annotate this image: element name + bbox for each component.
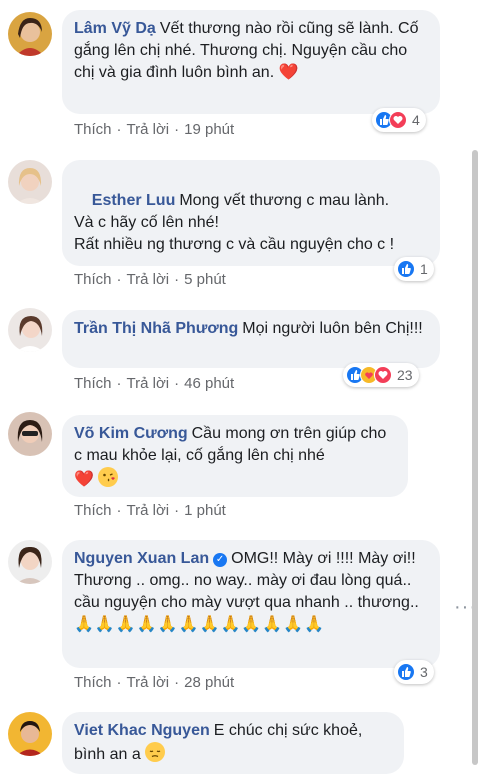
timestamp[interactable]: 46 phút	[184, 375, 234, 392]
comment-author[interactable]: Nguyen Xuan Lan	[74, 550, 209, 567]
like-icon	[397, 663, 415, 681]
heart-emoji-icon: ❤️	[74, 471, 94, 488]
reply-link[interactable]: Trả lời	[127, 375, 170, 392]
like-link[interactable]: Thích	[74, 375, 112, 392]
comment-bubble: Trần Thị Nhã Phương Mọi người luôn bên Ch…	[62, 310, 440, 368]
comment-author[interactable]: Lâm Vỹ Dạ	[74, 20, 156, 37]
avatar[interactable]	[8, 160, 52, 204]
avatar[interactable]	[8, 308, 52, 352]
timestamp[interactable]: 19 phút	[184, 121, 234, 138]
comment-author[interactable]: Võ Kim Cương	[74, 425, 188, 442]
reply-link[interactable]: Trả lời	[127, 502, 170, 519]
reaction-summary[interactable]: 4	[372, 108, 426, 132]
reply-link[interactable]: Trả lời	[127, 121, 170, 138]
reaction-count: 1	[420, 261, 428, 277]
reaction-summary[interactable]: 3	[394, 660, 434, 684]
like-link[interactable]: Thích	[74, 502, 112, 519]
kissing-face-icon	[98, 467, 119, 487]
reaction-count: 23	[397, 367, 413, 383]
comment-author[interactable]: Trần Thị Nhã Phương	[74, 320, 238, 337]
like-link[interactable]: Thích	[74, 674, 112, 691]
comment-actions: Thích · Trả lời · 19 phút	[74, 121, 235, 138]
comment-text: Mọi người luôn bên Chị!!!	[242, 320, 423, 337]
reaction-count: 3	[420, 664, 428, 680]
comment-actions: Thích · Trả lời · 46 phút	[74, 375, 235, 392]
comment-bubble: Esther Luu Mong vết thương c mau lành. Và…	[62, 160, 440, 266]
like-link[interactable]: Thích	[74, 121, 112, 138]
comment-bubble: Viet Khac Nguyen E chúc chị sức khoẻ, bìn…	[62, 712, 404, 774]
avatar[interactable]	[8, 412, 52, 456]
avatar[interactable]	[8, 540, 52, 584]
praying-hands-icon: 🙏🙏🙏🙏🙏🙏🙏🙏🙏🙏🙏🙏	[74, 616, 326, 633]
comment-actions: Thích · Trả lời · 5 phút	[74, 271, 226, 288]
heart-emoji-icon: ❤️	[278, 64, 299, 81]
comment-bubble: Võ Kim Cương Cầu mong ơn trên giúp cho c …	[62, 415, 408, 497]
like-icon	[397, 260, 415, 278]
comment-bubble: Nguyen Xuan Lan ✓ OMG!! Mày ơi !!!! Mày ơi…	[62, 540, 440, 668]
timestamp[interactable]: 5 phút	[184, 271, 226, 288]
reaction-summary[interactable]: 1	[394, 257, 434, 281]
comment-bubble: Lâm Vỹ Dạ Vết thương nào rồi cũng sẽ lành…	[62, 10, 440, 114]
like-link[interactable]: Thích	[74, 271, 112, 288]
reaction-summary[interactable]: 23	[343, 363, 419, 387]
reaction-count: 4	[412, 112, 420, 128]
comment-actions: Thích · Trả lời · 1 phút	[74, 502, 226, 519]
scrollbar[interactable]	[472, 150, 478, 765]
timestamp[interactable]: 1 phút	[184, 502, 226, 519]
comment-author[interactable]: Esther Luu	[92, 192, 176, 209]
love-icon	[374, 366, 392, 384]
avatar[interactable]	[8, 12, 52, 56]
comment-actions: Thích · Trả lời · 28 phút	[74, 674, 235, 691]
timestamp[interactable]: 28 phút	[184, 674, 234, 691]
avatar[interactable]	[8, 712, 52, 756]
comment-author[interactable]: Viet Khac Nguyen	[74, 722, 210, 739]
reply-link[interactable]: Trả lời	[127, 674, 170, 691]
pensive-face-icon	[145, 742, 166, 762]
love-icon	[389, 111, 407, 129]
reply-link[interactable]: Trả lời	[127, 271, 170, 288]
verified-badge-icon: ✓	[213, 553, 228, 567]
